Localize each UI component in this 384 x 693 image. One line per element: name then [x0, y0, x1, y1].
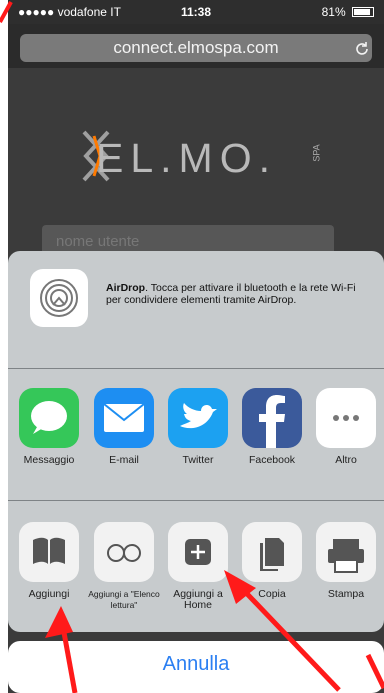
- airdrop-icon: [30, 269, 88, 327]
- mail-icon: [94, 388, 154, 448]
- app-label: Messaggio: [23, 454, 75, 466]
- battery-indicator: 81%: [322, 5, 374, 19]
- battery-icon: [352, 7, 374, 17]
- twitter-icon: [168, 388, 228, 448]
- logo-text: EL.MO.: [96, 135, 277, 181]
- battery-label: 81%: [321, 5, 346, 19]
- action-label: Aggiungi a "Elenco lettura": [88, 589, 160, 610]
- status-bar: ●●●●● vodafone IT 11:38 81%: [8, 0, 384, 24]
- action-label: Copia: [258, 588, 286, 600]
- app-label: Twitter: [182, 454, 214, 466]
- copy-action[interactable]: Copia: [235, 522, 309, 600]
- print-action[interactable]: Stampa: [309, 522, 383, 600]
- action-label: Aggiungi: [28, 588, 70, 600]
- add-to-home-action[interactable]: Aggiungi a Home: [161, 522, 235, 611]
- airdrop-row[interactable]: AirDrop. Tocca per attivare il bluetooth…: [8, 251, 384, 368]
- action-label: Stampa: [327, 588, 365, 600]
- share-apps-row: Messaggio E-mail Twitter Facebook Altro: [8, 369, 384, 499]
- action-label: Aggiungi a Home: [173, 588, 223, 611]
- share-sheet: AirDrop. Tocca per attivare il bluetooth…: [8, 251, 384, 632]
- more-icon: [316, 388, 376, 448]
- cancel-button[interactable]: Annulla: [8, 641, 384, 693]
- airdrop-title: AirDrop: [106, 282, 146, 294]
- add-to-home-icon: [168, 522, 228, 582]
- reading-list-icon: [94, 522, 154, 582]
- logo-suffix: SPA: [311, 144, 322, 162]
- print-icon: [316, 522, 376, 582]
- app-label: E-mail: [109, 454, 139, 466]
- reload-icon[interactable]: [354, 34, 370, 62]
- browser-url-bar: connect.elmospa.com: [8, 24, 384, 68]
- phone-screen: ●●●●● vodafone IT 11:38 81% connect.elmo…: [8, 0, 384, 693]
- actions-row: Aggiungi Aggiungi a "Elenco lettura" Agg…: [8, 501, 384, 631]
- mail-app[interactable]: E-mail: [87, 388, 161, 466]
- reading-list-action[interactable]: Aggiungi a "Elenco lettura": [87, 522, 161, 611]
- facebook-icon: [242, 388, 302, 448]
- app-label: Altro: [335, 454, 357, 466]
- add-bookmark-action[interactable]: Aggiungi: [12, 522, 86, 600]
- copy-icon: [242, 522, 302, 582]
- url-field[interactable]: connect.elmospa.com: [20, 34, 372, 62]
- facebook-app[interactable]: Facebook: [235, 388, 309, 466]
- twitter-app[interactable]: Twitter: [161, 388, 235, 466]
- messages-app[interactable]: Messaggio: [12, 388, 86, 466]
- messages-icon: [19, 388, 79, 448]
- bookmark-icon: [19, 522, 79, 582]
- app-label: Facebook: [248, 454, 296, 466]
- more-apps[interactable]: Altro: [309, 388, 383, 466]
- airdrop-description: AirDrop. Tocca per attivare il bluetooth…: [106, 282, 366, 306]
